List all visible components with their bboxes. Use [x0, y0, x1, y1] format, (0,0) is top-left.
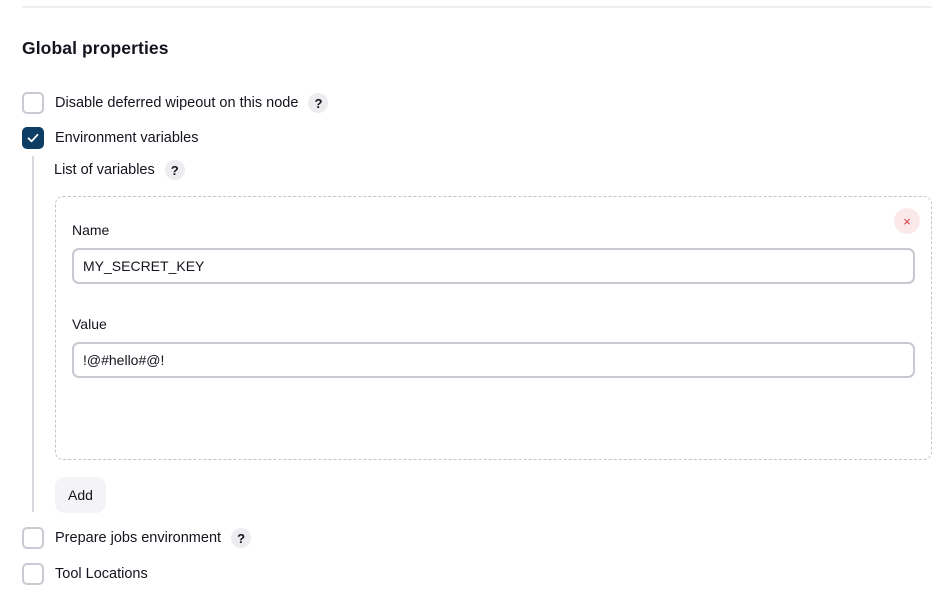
environment-variables-label[interactable]: Environment variables — [55, 130, 198, 146]
option-environment-variables: Environment variables — [22, 126, 198, 150]
variable-entry: × Name Value — [55, 196, 932, 460]
disable-wipeout-label[interactable]: Disable deferred wipeout on this node — [55, 95, 298, 111]
value-label: Value — [72, 316, 107, 332]
section-title: Global properties — [22, 38, 169, 58]
top-divider — [22, 6, 932, 8]
prepare-jobs-label[interactable]: Prepare jobs environment — [55, 530, 221, 546]
disable-wipeout-checkbox[interactable] — [22, 92, 44, 114]
tool-locations-checkbox[interactable] — [22, 563, 44, 585]
list-of-variables-label: List of variables — [54, 162, 155, 178]
name-input[interactable] — [72, 248, 915, 284]
option-disable-wipeout: Disable deferred wipeout on this node ? — [22, 91, 329, 115]
global-properties-page: Global properties Disable deferred wipeo… — [0, 0, 936, 612]
add-variable-button[interactable]: Add — [55, 477, 106, 513]
name-label: Name — [72, 222, 110, 238]
help-icon[interactable]: ? — [231, 528, 252, 548]
option-prepare-jobs-environment: Prepare jobs environment ? — [22, 526, 252, 550]
help-icon[interactable]: ? — [308, 93, 329, 113]
list-of-variables-header: List of variables ? — [54, 158, 185, 182]
value-input[interactable] — [72, 342, 915, 378]
remove-variable-button[interactable]: × — [894, 208, 920, 234]
tool-locations-label[interactable]: Tool Locations — [55, 566, 148, 582]
option-tool-locations: Tool Locations — [22, 562, 148, 586]
checkmark-icon — [27, 133, 39, 143]
prepare-jobs-checkbox[interactable] — [22, 527, 44, 549]
environment-variables-checkbox[interactable] — [22, 127, 44, 149]
help-icon[interactable]: ? — [164, 160, 185, 180]
nested-indent-line — [32, 156, 34, 512]
